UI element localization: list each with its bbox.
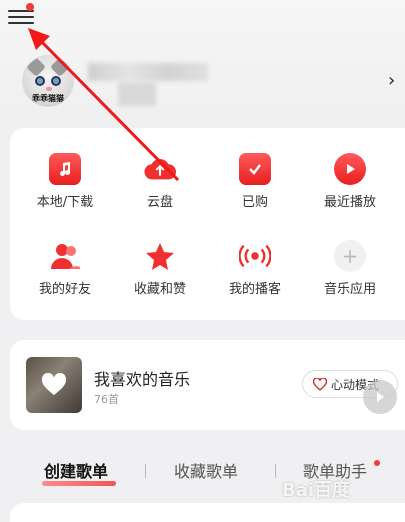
grid-item-label: 收藏和赞: [133, 282, 186, 297]
grid-item-label: 音乐应用: [323, 282, 376, 297]
playlist-count: 76首: [94, 393, 119, 406]
tab-divider: [275, 464, 276, 478]
new-badge-dot: [374, 460, 380, 466]
grid-item-recent-play[interactable]: 最近播放: [305, 153, 395, 210]
watermark: Bai百度: [282, 480, 351, 501]
username-blurred[interactable]: [88, 63, 208, 81]
shopping-bag-icon: [239, 153, 271, 185]
playlist-title: 我喜欢的音乐: [94, 370, 191, 389]
playlist-list-card: [10, 503, 405, 522]
plus-icon: +: [334, 240, 366, 272]
heart-outline-icon: [313, 377, 327, 391]
music-note-icon: [49, 153, 81, 185]
avatar-caption: 乖乖猫猫: [32, 94, 64, 103]
grid-item-podcast[interactable]: 我的播客: [210, 240, 300, 297]
grid-item-label: 最近播放: [323, 195, 376, 210]
play-button-icon[interactable]: [363, 380, 397, 414]
tab-collected-playlists[interactable]: 收藏歌单: [174, 458, 238, 482]
friends-icon: [49, 240, 81, 272]
grid-item-favorites-likes[interactable]: 收藏和赞: [115, 240, 205, 297]
liked-music-card[interactable]: 我喜欢的音乐 76首 心动模式: [10, 340, 405, 430]
grid-item-label: 本地/下载: [36, 195, 94, 210]
notification-dot: [26, 3, 34, 11]
grid-item-purchased[interactable]: 已购: [210, 153, 300, 210]
podcast-icon: [239, 240, 271, 272]
star-icon: [144, 240, 176, 272]
grid-item-local-download[interactable]: 本地/下载: [20, 153, 110, 210]
grid-item-label: 我的播客: [228, 282, 281, 297]
tab-divider: [145, 464, 146, 478]
grid-item-music-apps[interactable]: + 音乐应用: [305, 240, 395, 297]
grid-item-label: 已购: [241, 195, 268, 210]
grid-item-label: 云盘: [146, 195, 173, 210]
tab-created-playlists[interactable]: 创建歌单: [44, 458, 108, 482]
feature-grid-card: 本地/下载 云盘 已购 最近播放 我的好友 收藏和赞 我的播客 + 音乐应用: [10, 128, 405, 320]
username-blurred-extra: [118, 82, 156, 106]
play-icon: [334, 153, 366, 185]
grid-item-friends[interactable]: 我的好友: [20, 240, 110, 297]
grid-item-cloud-disk[interactable]: 云盘: [115, 153, 205, 210]
heart-icon: [41, 373, 67, 395]
cloud-upload-icon: [144, 153, 176, 185]
chevron-right-icon[interactable]: ›: [388, 70, 395, 91]
grid-item-label: 我的好友: [38, 282, 91, 297]
playlist-cover: [26, 357, 82, 413]
avatar[interactable]: 乖乖猫猫: [22, 55, 74, 107]
